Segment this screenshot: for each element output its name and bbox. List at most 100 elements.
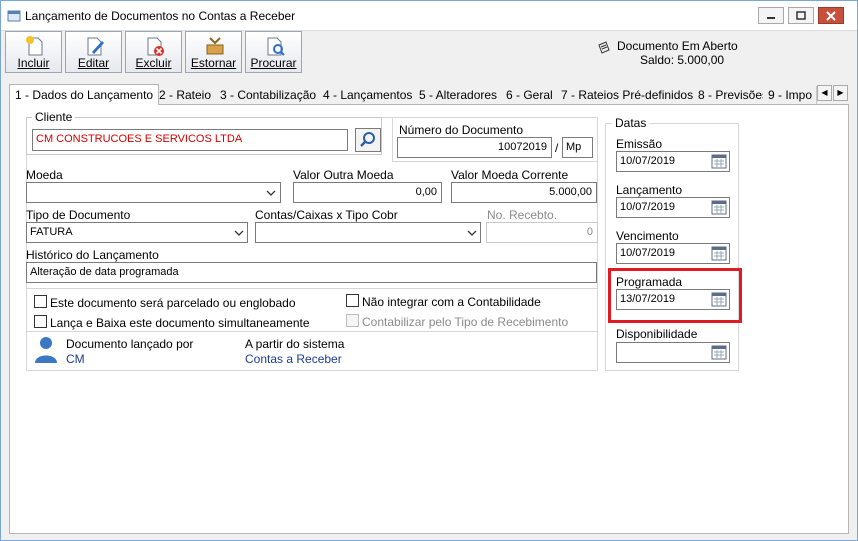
tab-scroll-left-button[interactable]: ◀ bbox=[817, 85, 832, 101]
delete-document-icon bbox=[147, 37, 164, 56]
lanca-baixa-checkbox[interactable] bbox=[34, 315, 47, 328]
numero-documento-label: Número do Documento bbox=[399, 123, 524, 137]
parcelado-label: Este documento será parcelado ou engloba… bbox=[50, 296, 296, 310]
tipo-documento-label: Tipo de Documento bbox=[26, 208, 131, 222]
tab-scroll-right-button[interactable]: ▶ bbox=[833, 85, 848, 101]
procurar-label: Procurar bbox=[250, 56, 297, 70]
minimize-button[interactable] bbox=[758, 7, 784, 24]
lanca-baixa-label: Lança e Baixa este documento simultaneam… bbox=[50, 316, 310, 330]
tab-alteradores[interactable]: 5 - Alteradores bbox=[414, 86, 504, 104]
disponibilidade-label: Disponibilidade bbox=[616, 327, 698, 341]
emissao-value: 10/07/2019 bbox=[620, 155, 676, 167]
user-icon bbox=[35, 337, 57, 363]
contabilizar-checkbox bbox=[346, 314, 359, 327]
chevron-down-icon bbox=[266, 190, 276, 196]
editar-label: Editar bbox=[77, 56, 110, 70]
tab-panel-dados: Cliente CM CONSTRUCOES E SERVICOS LTDA N… bbox=[9, 104, 849, 534]
incluir-label: Incluir bbox=[17, 56, 50, 70]
vencimento-input[interactable]: 10/07/2019 bbox=[616, 243, 730, 264]
contabilizar-label: Contabilizar pelo Tipo de Recebimento bbox=[362, 315, 569, 329]
nao-integrar-label: Não integrar com a Contabilidade bbox=[362, 295, 541, 309]
saldo-text: Saldo: 5.000,00 bbox=[640, 53, 725, 67]
chevron-left-icon: ◀ bbox=[821, 88, 828, 97]
editar-button[interactable]: Editar bbox=[65, 31, 122, 73]
numero-documento-input[interactable]: 10072019 bbox=[397, 137, 552, 158]
tipo-documento-select[interactable]: FATURA bbox=[26, 222, 248, 243]
window-title: Lançamento de Documentos no Contas a Rec… bbox=[25, 9, 296, 23]
tab-impostos[interactable]: 9 - Impo bbox=[763, 86, 817, 104]
valor-moeda-corrente-input[interactable]: 5.000,00 bbox=[451, 182, 597, 203]
valor-outra-moeda-input[interactable]: 0,00 bbox=[293, 182, 442, 203]
close-icon bbox=[826, 10, 836, 21]
no-recebto-label: No. Recebto. bbox=[487, 208, 558, 222]
title-bar: Lançamento de Documentos no Contas a Rec… bbox=[1, 1, 857, 31]
cliente-input[interactable]: CM CONSTRUCOES E SERVICOS LTDA bbox=[32, 129, 348, 151]
maximize-button[interactable] bbox=[788, 7, 814, 24]
vencimento-value: 10/07/2019 bbox=[620, 247, 676, 259]
moeda-label: Moeda bbox=[26, 168, 63, 182]
document-status-icon bbox=[598, 41, 610, 54]
tab-rateios-predefinidos[interactable]: 7 - Rateios Pré-definidos bbox=[556, 86, 700, 104]
new-document-icon bbox=[26, 36, 43, 56]
procurar-button[interactable]: Procurar bbox=[245, 31, 302, 73]
main-window: Lançamento de Documentos no Contas a Rec… bbox=[0, 0, 858, 541]
maximize-icon bbox=[796, 10, 806, 20]
lancamento-value: 10/07/2019 bbox=[620, 201, 676, 213]
tab-previsoes[interactable]: 8 - Previsões bbox=[693, 86, 775, 104]
numero-separator: / bbox=[555, 141, 559, 155]
tab-lancamentos[interactable]: 4 - Lançamentos bbox=[318, 86, 419, 104]
lancado-por-value: CM bbox=[66, 352, 85, 366]
tab-rateio[interactable]: 2 - Rateio bbox=[154, 86, 218, 104]
emissao-label: Emissão bbox=[616, 137, 663, 151]
excluir-label: Excluir bbox=[135, 56, 172, 70]
tab-contabilizacao[interactable]: 3 - Contabilização bbox=[215, 86, 323, 104]
lancamento-label: Lançamento bbox=[616, 183, 683, 197]
reverse-icon bbox=[206, 37, 224, 55]
contas-caixas-select[interactable] bbox=[255, 222, 481, 243]
tab-geral[interactable]: 6 - Geral bbox=[501, 86, 559, 104]
vencimento-label: Vencimento bbox=[616, 229, 679, 243]
calendar-icon[interactable] bbox=[711, 154, 727, 169]
valor-moeda-corrente-label: Valor Moeda Corrente bbox=[451, 168, 569, 182]
cliente-label: Cliente bbox=[32, 110, 76, 124]
historico-input[interactable]: Alteração de data programada bbox=[26, 262, 597, 283]
nao-integrar-checkbox[interactable] bbox=[346, 294, 359, 307]
disponibilidade-input[interactable] bbox=[616, 342, 730, 363]
moeda-select[interactable] bbox=[26, 182, 281, 203]
numero-suffix-input[interactable]: Mp bbox=[562, 137, 593, 158]
estornar-label: Estornar bbox=[190, 56, 237, 70]
calendar-icon[interactable] bbox=[711, 200, 727, 215]
search-icon bbox=[360, 132, 375, 147]
minimize-icon bbox=[767, 16, 775, 19]
tab-dados-lancamento[interactable]: 1 - Dados do Lançamento bbox=[9, 84, 160, 105]
contas-caixas-label: Contas/Caixas x Tipo Cobr bbox=[255, 208, 398, 222]
chevron-right-icon: ▶ bbox=[837, 88, 844, 97]
parcelado-checkbox[interactable] bbox=[34, 295, 47, 308]
valor-outra-moeda-label: Valor Outra Moeda bbox=[293, 168, 394, 182]
no-recebto-input: 0 bbox=[486, 222, 598, 243]
cliente-search-button[interactable] bbox=[355, 128, 381, 152]
lancado-por-label: Documento lançado por bbox=[66, 337, 194, 351]
estornar-button[interactable]: Estornar bbox=[185, 31, 242, 73]
lancamento-input[interactable]: 10/07/2019 bbox=[616, 197, 730, 218]
chevron-down-icon bbox=[234, 230, 244, 236]
app-icon bbox=[7, 10, 21, 22]
tab-strip: 1 - Dados do Lançamento 2 - Rateio 3 - C… bbox=[9, 84, 849, 105]
calendar-icon[interactable] bbox=[711, 246, 727, 261]
historico-label: Histórico do Lançamento bbox=[26, 248, 159, 262]
calendar-icon[interactable] bbox=[711, 345, 727, 360]
programada-label: Programada bbox=[616, 275, 683, 289]
sistema-value: Contas a Receber bbox=[245, 352, 342, 366]
emissao-input[interactable]: 10/07/2019 bbox=[616, 151, 730, 172]
excluir-button[interactable]: Excluir bbox=[125, 31, 182, 73]
incluir-button[interactable]: Incluir bbox=[5, 31, 62, 73]
status-text: Documento Em Aberto bbox=[617, 39, 738, 53]
chevron-down-icon bbox=[467, 230, 477, 236]
programada-value: 13/07/2019 bbox=[620, 293, 676, 305]
close-button[interactable] bbox=[818, 7, 844, 24]
datas-title: Datas bbox=[612, 116, 650, 130]
edit-document-icon bbox=[87, 37, 104, 56]
sistema-label: A partir do sistema bbox=[245, 337, 345, 351]
programada-input[interactable]: 13/07/2019 bbox=[616, 289, 730, 310]
calendar-icon[interactable] bbox=[711, 292, 727, 307]
